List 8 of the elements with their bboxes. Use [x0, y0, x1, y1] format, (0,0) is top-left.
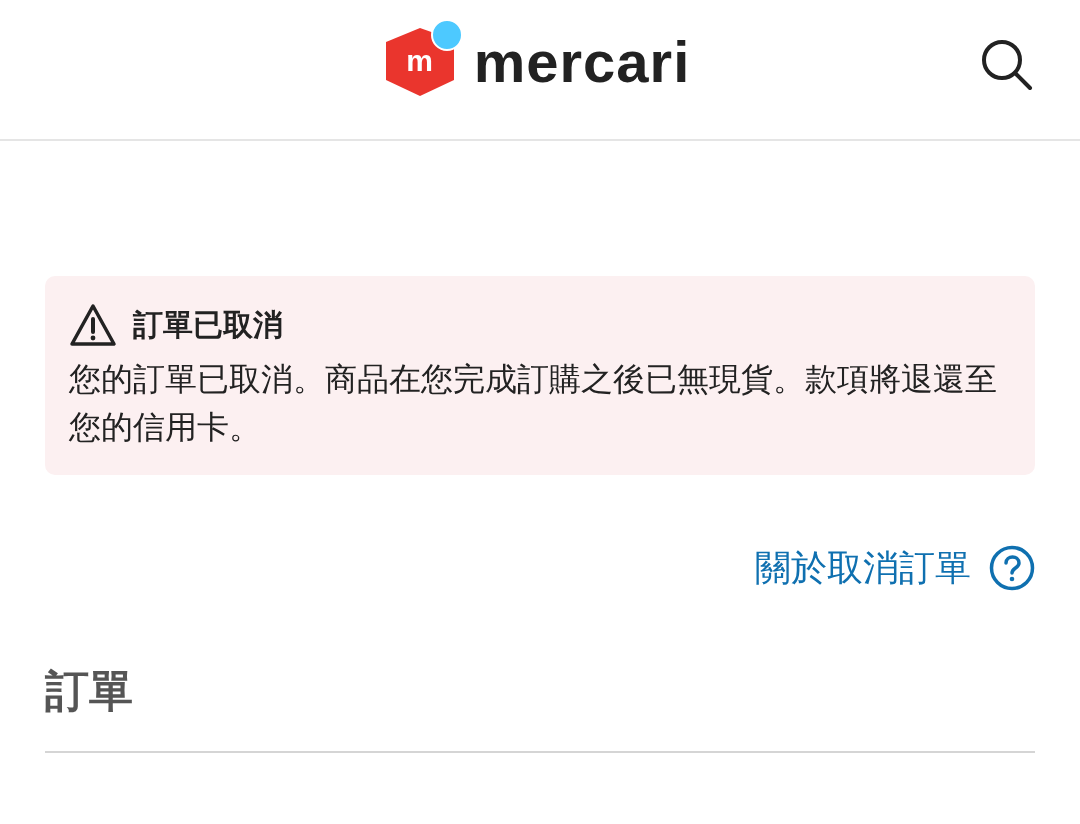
help-link[interactable]: 關於取消訂單	[755, 545, 1035, 591]
alert-message: 您的訂單已取消。商品在您完成訂購之後已無現貨。款項將退還至您的信用卡。	[69, 359, 998, 448]
section-title: 訂單	[45, 669, 134, 713]
help-icon	[989, 545, 1035, 591]
logo-mark: m	[405, 45, 435, 76]
logo-wordmark: mercari	[473, 32, 691, 91]
warning-icon	[69, 302, 117, 347]
alert-title: 訂單已取消	[133, 306, 283, 344]
